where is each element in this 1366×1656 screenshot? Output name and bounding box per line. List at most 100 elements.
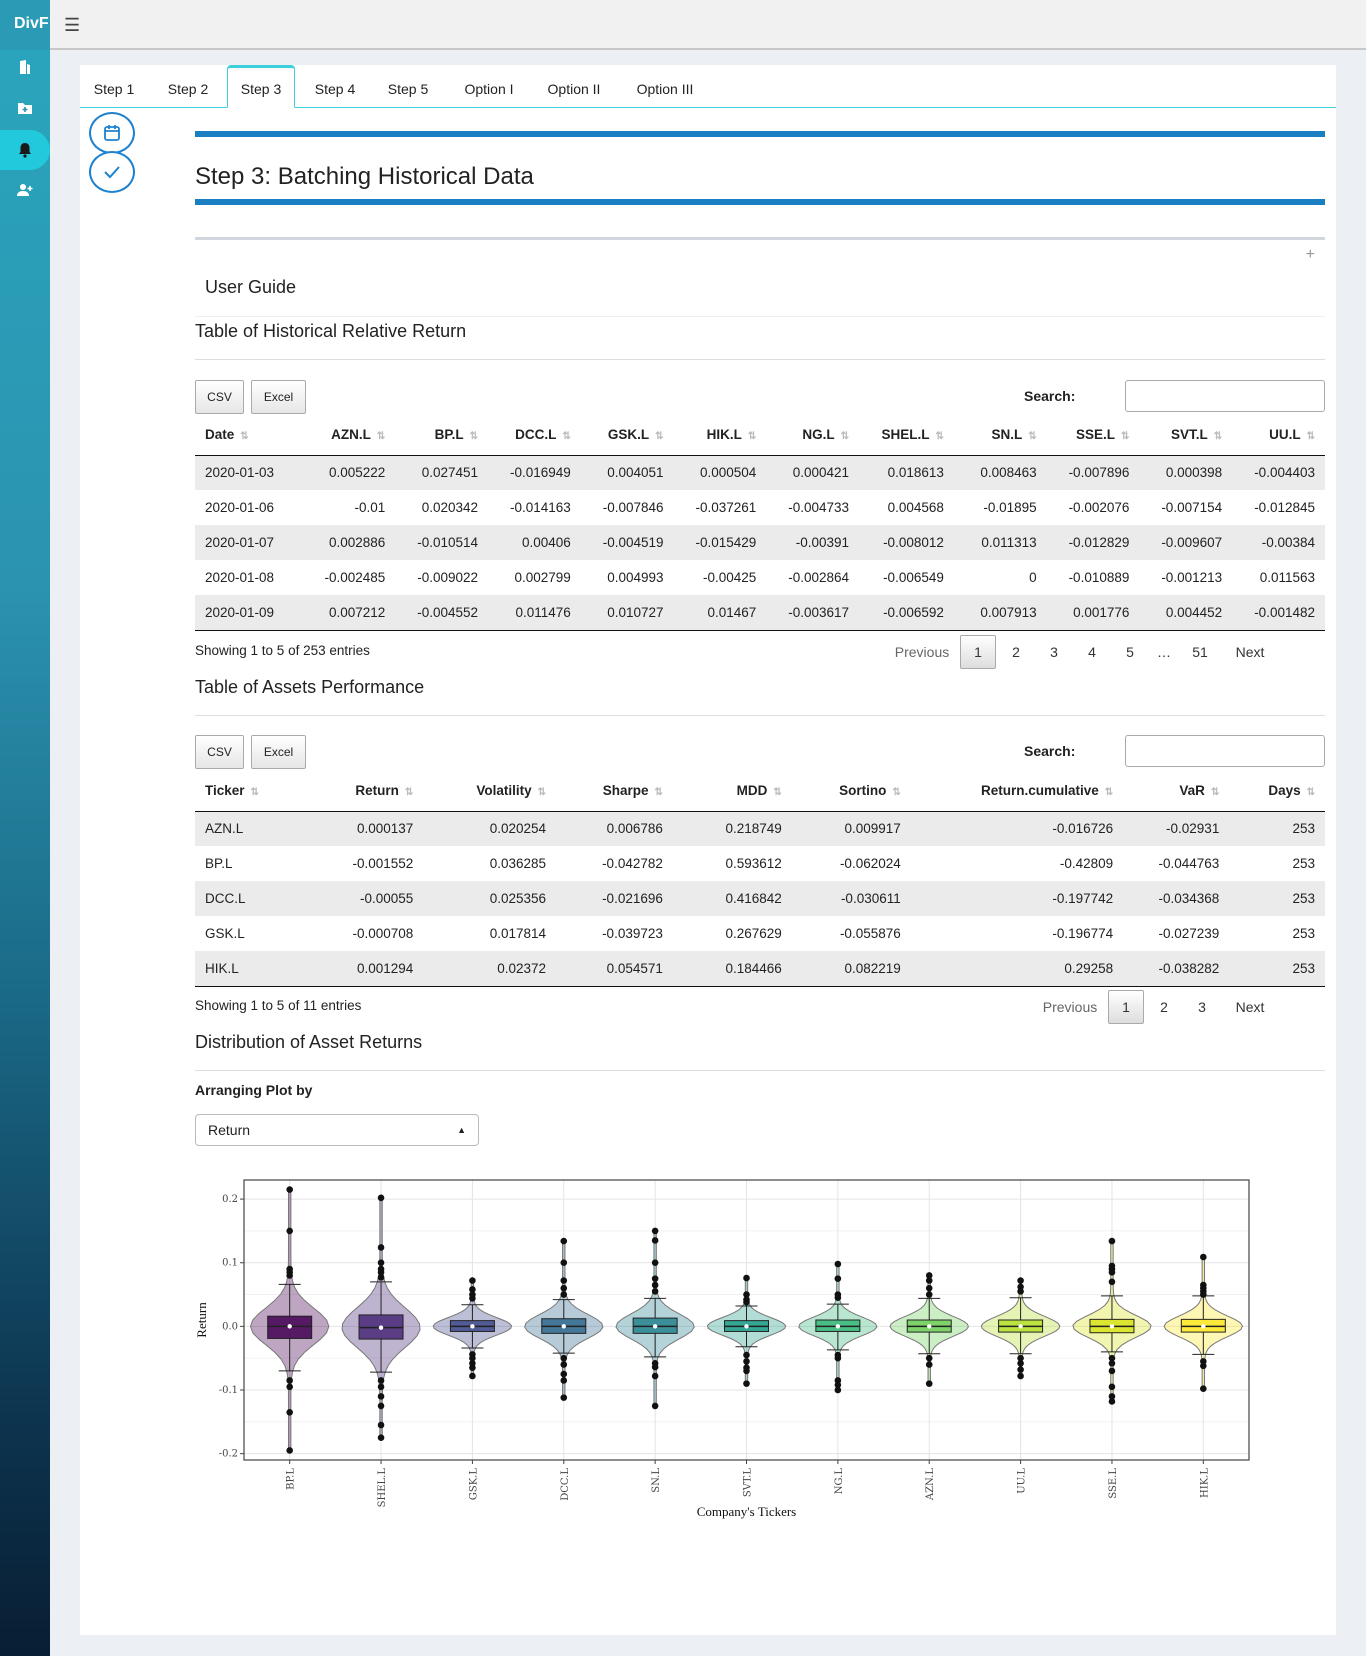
table-row[interactable]: 2020-01-03 0.005222 0.027451 -0.016949 0.004… bbox=[195, 455, 1325, 490]
column-header-bp-l[interactable]: BP.L ⇅ bbox=[395, 415, 489, 456]
table-row[interactable]: 2020-01-09 0.007212 -0.004552 0.011476 0.010… bbox=[195, 595, 1325, 631]
outlier-point bbox=[1108, 1383, 1116, 1391]
column-header-ticker[interactable]: Ticker ⇅ bbox=[195, 771, 312, 812]
sort-icon: ⇅ bbox=[1120, 431, 1130, 443]
csv-button[interactable]: CSV bbox=[195, 735, 244, 769]
table-cell: 2020-01-08 bbox=[205, 570, 275, 585]
bell-icon[interactable] bbox=[0, 130, 50, 170]
table-cell: 0.018613 bbox=[859, 455, 954, 490]
previous-button[interactable]: Previous bbox=[1034, 990, 1106, 1024]
table-cell: -0.009607 bbox=[1139, 525, 1233, 560]
search-input[interactable] bbox=[1125, 735, 1325, 767]
search-input[interactable] bbox=[1125, 380, 1325, 412]
table-row[interactable]: 2020-01-07 0.002886 -0.010514 0.00406 -0.004… bbox=[195, 525, 1325, 560]
column-header-sse-l[interactable]: SSE.L ⇅ bbox=[1046, 415, 1140, 456]
tab-step-5[interactable]: Step 5 bbox=[374, 65, 442, 108]
table-row[interactable]: AZN.L 0.000137 0.020254 0.006786 0.218749 0.0… bbox=[195, 811, 1325, 846]
column-header-sn-l[interactable]: SN.L ⇅ bbox=[953, 415, 1047, 456]
page-button-51[interactable]: 51 bbox=[1180, 635, 1220, 669]
outlier-point bbox=[743, 1358, 750, 1365]
table-cell: 0.036285 bbox=[489, 856, 547, 871]
expand-icon[interactable]: + bbox=[1306, 246, 1315, 264]
table-row[interactable]: HIK.L 0.001294 0.02372 0.054571 0.184466 0.08… bbox=[195, 951, 1325, 987]
table-cell: 0.00406 bbox=[488, 525, 581, 560]
column-header-return-cumulative[interactable]: Return.cumulative ⇅ bbox=[910, 771, 1124, 812]
table-cell: -0.002076 bbox=[1068, 500, 1130, 515]
outlier-point bbox=[925, 1284, 933, 1292]
outlier-point bbox=[377, 1421, 385, 1429]
tab-option-1[interactable]: Option I bbox=[449, 65, 529, 108]
mean-point bbox=[744, 1324, 749, 1329]
excel-button[interactable]: Excel bbox=[251, 380, 306, 414]
table-cell: 0.29258 bbox=[910, 951, 1124, 987]
table-cell: -0.039723 bbox=[602, 926, 663, 941]
table-cell: -0.196774 bbox=[1052, 926, 1114, 941]
mean-point bbox=[927, 1324, 932, 1329]
search-label: Search: bbox=[1024, 743, 1076, 759]
column-header-shel-l[interactable]: SHEL.L ⇅ bbox=[859, 415, 954, 456]
column-header-mdd[interactable]: MDD ⇅ bbox=[672, 771, 792, 812]
page-button-2[interactable]: 2 bbox=[998, 635, 1034, 669]
page-button-2[interactable]: 2 bbox=[1146, 990, 1182, 1024]
table-cell: 0.020254 bbox=[423, 811, 557, 846]
table-row[interactable]: GSK.L -0.000708 0.017814 -0.039723 0.267629 -… bbox=[195, 916, 1325, 951]
next-button[interactable]: Next bbox=[1222, 635, 1278, 669]
tab-step-4[interactable]: Step 4 bbox=[301, 65, 369, 108]
table-cell: -0.012845 bbox=[1254, 500, 1315, 515]
page-button-3[interactable]: 3 bbox=[1184, 990, 1220, 1024]
column-header-days[interactable]: Days ⇅ bbox=[1229, 771, 1325, 812]
hamburger-icon[interactable]: ☰ bbox=[64, 15, 80, 36]
y-tick-label: 0.2 bbox=[222, 1194, 238, 1205]
column-header-gsk-l[interactable]: GSK.L ⇅ bbox=[580, 415, 674, 456]
page-button-1[interactable]: 1 bbox=[1108, 990, 1144, 1024]
column-header-uu-l[interactable]: UU.L ⇅ bbox=[1232, 415, 1325, 456]
column-header-hik-l[interactable]: HIK.L ⇅ bbox=[673, 415, 767, 456]
calendar-button[interactable] bbox=[89, 112, 135, 154]
column-header-var[interactable]: VaR ⇅ bbox=[1123, 771, 1230, 812]
table-cell: BP.L bbox=[205, 856, 233, 871]
sort-icon: ⇅ bbox=[1306, 431, 1315, 443]
outlier-point bbox=[651, 1227, 659, 1235]
sort-icon: ⇅ bbox=[1306, 787, 1315, 799]
column-header-ng-l[interactable]: NG.L ⇅ bbox=[766, 415, 860, 456]
page-button-1[interactable]: 1 bbox=[960, 635, 996, 669]
outlier-point bbox=[560, 1377, 568, 1384]
folder-plus-icon[interactable] bbox=[0, 88, 50, 128]
arrange-select[interactable]: Return ▲ bbox=[195, 1114, 479, 1146]
building-icon[interactable] bbox=[0, 47, 50, 87]
tab-option-2[interactable]: Option II bbox=[533, 65, 615, 108]
column-header-azn-l[interactable]: AZN.L ⇅ bbox=[300, 415, 396, 456]
sort-icon: ⇅ bbox=[747, 431, 757, 443]
mean-point bbox=[470, 1324, 475, 1329]
excel-button[interactable]: Excel bbox=[251, 735, 306, 769]
column-header-label: AZN.L bbox=[331, 427, 371, 443]
table-row[interactable]: 2020-01-06 -0.01 0.020342 -0.014163 -0.00784… bbox=[195, 490, 1325, 525]
column-header-sortino[interactable]: Sortino ⇅ bbox=[791, 771, 911, 812]
column-header-volatility[interactable]: Volatility ⇅ bbox=[423, 771, 557, 812]
table-row[interactable]: DCC.L -0.00055 0.025356 -0.021696 0.416842 -0… bbox=[195, 881, 1325, 916]
table-cell: -0.004519 bbox=[580, 525, 674, 560]
table-row[interactable]: BP.L -0.001552 0.036285 -0.042782 0.593612 -0… bbox=[195, 846, 1325, 881]
user-plus-icon[interactable] bbox=[0, 170, 50, 210]
page-button-4[interactable]: 4 bbox=[1074, 635, 1110, 669]
table-row[interactable]: 2020-01-08 -0.002485 -0.009022 0.002799 0.00… bbox=[195, 560, 1325, 595]
column-header-dcc-l[interactable]: DCC.L ⇅ bbox=[488, 415, 581, 456]
page-button-3[interactable]: 3 bbox=[1036, 635, 1072, 669]
previous-button[interactable]: Previous bbox=[886, 635, 958, 669]
tab-step-2[interactable]: Step 2 bbox=[154, 65, 222, 108]
csv-button[interactable]: CSV bbox=[195, 380, 244, 414]
user-guide-box[interactable]: User Guide + bbox=[195, 237, 1325, 317]
next-button[interactable]: Next bbox=[1222, 990, 1278, 1024]
tab-step-3[interactable]: Step 3 bbox=[227, 65, 295, 108]
column-header-label: MDD bbox=[736, 783, 768, 799]
tab-step-1[interactable]: Step 1 bbox=[80, 65, 148, 108]
column-header-svt-l[interactable]: SVT.L ⇅ bbox=[1139, 415, 1233, 456]
outlier-point bbox=[286, 1227, 293, 1235]
column-header-sharpe[interactable]: Sharpe ⇅ bbox=[556, 771, 673, 812]
check-button[interactable] bbox=[89, 151, 135, 193]
outlier-point bbox=[377, 1383, 385, 1391]
column-header-date[interactable]: Date ⇅ bbox=[195, 415, 301, 456]
tab-option-3[interactable]: Option III bbox=[620, 65, 710, 108]
page-button-5[interactable]: 5 bbox=[1112, 635, 1148, 669]
column-header-return[interactable]: Return ⇅ bbox=[311, 771, 424, 812]
